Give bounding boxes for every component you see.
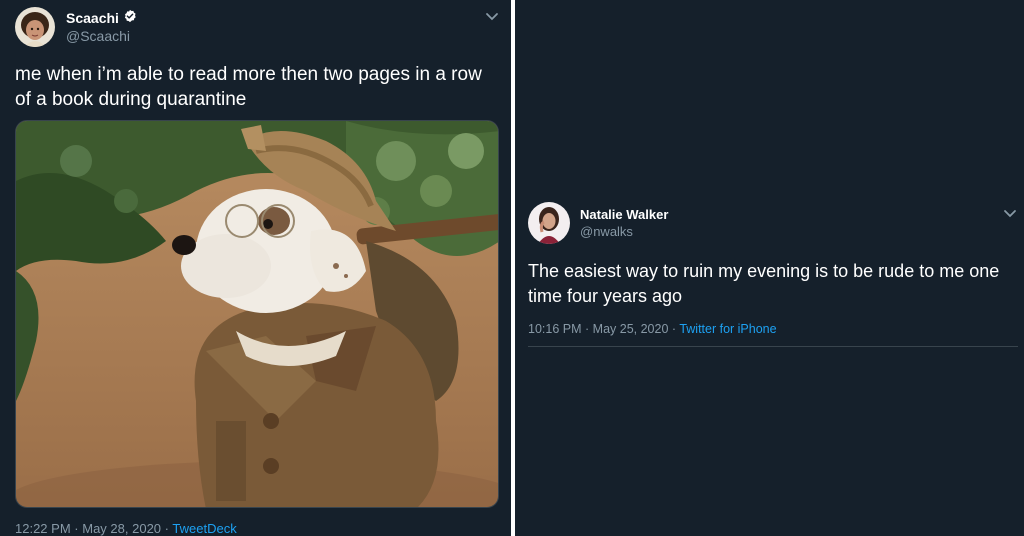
avatar-image [15,7,55,47]
meta-separator: · [671,322,677,336]
meta-separator: · [74,521,79,536]
handle[interactable]: @nwalks [580,223,668,240]
display-name-text[interactable]: Scaachi [66,9,119,27]
tweet-card-natalie: Natalie Walker @nwalks The easiest way t… [515,0,1024,536]
handle[interactable]: @Scaachi [66,27,137,45]
tweet-source-link[interactable]: TweetDeck [172,521,236,536]
meme-canvas: Scaachi @Scaachi me when i’m able to rea… [0,0,1024,536]
display-name[interactable]: Scaachi [66,9,137,27]
display-name[interactable]: Natalie Walker [580,206,668,223]
tweet-date[interactable]: May 28, 2020 [82,521,161,536]
meta-separator: · [585,322,590,336]
tweet-date[interactable]: May 25, 2020 [593,322,669,336]
tweet-text: me when i’m able to read more then two p… [15,64,482,110]
tweet-header: Natalie Walker @nwalks [528,202,668,244]
chevron-down-icon[interactable] [1003,207,1017,225]
author-names: Scaachi @Scaachi [66,9,137,45]
tweet-meta: 10:16 PM · May 25, 2020 · Twitter for iP… [528,321,777,337]
divider [528,346,1018,347]
avatar[interactable] [528,202,570,244]
avatar-image [528,202,570,244]
chevron-down-icon[interactable] [485,10,499,28]
tweet-time[interactable]: 12:22 PM [15,521,71,536]
verified-badge-icon [123,9,137,27]
tweet-photo[interactable] [15,120,499,508]
tweet-header: Scaachi @Scaachi [15,7,137,47]
tweet-time[interactable]: 10:16 PM [528,322,582,336]
display-name-text[interactable]: Natalie Walker [580,206,668,223]
dog-in-costume-photo [16,121,498,507]
author-names: Natalie Walker @nwalks [580,206,668,240]
avatar[interactable] [15,7,55,47]
tweet-card-scaachi: Scaachi @Scaachi me when i’m able to rea… [0,0,511,536]
meta-separator: · [164,521,169,536]
tweet-source-link[interactable]: Twitter for iPhone [679,322,776,336]
tweet-text: The easiest way to ruin my evening is to… [528,261,1000,306]
tweet-meta: 12:22 PM · May 28, 2020 · TweetDeck [15,521,237,536]
